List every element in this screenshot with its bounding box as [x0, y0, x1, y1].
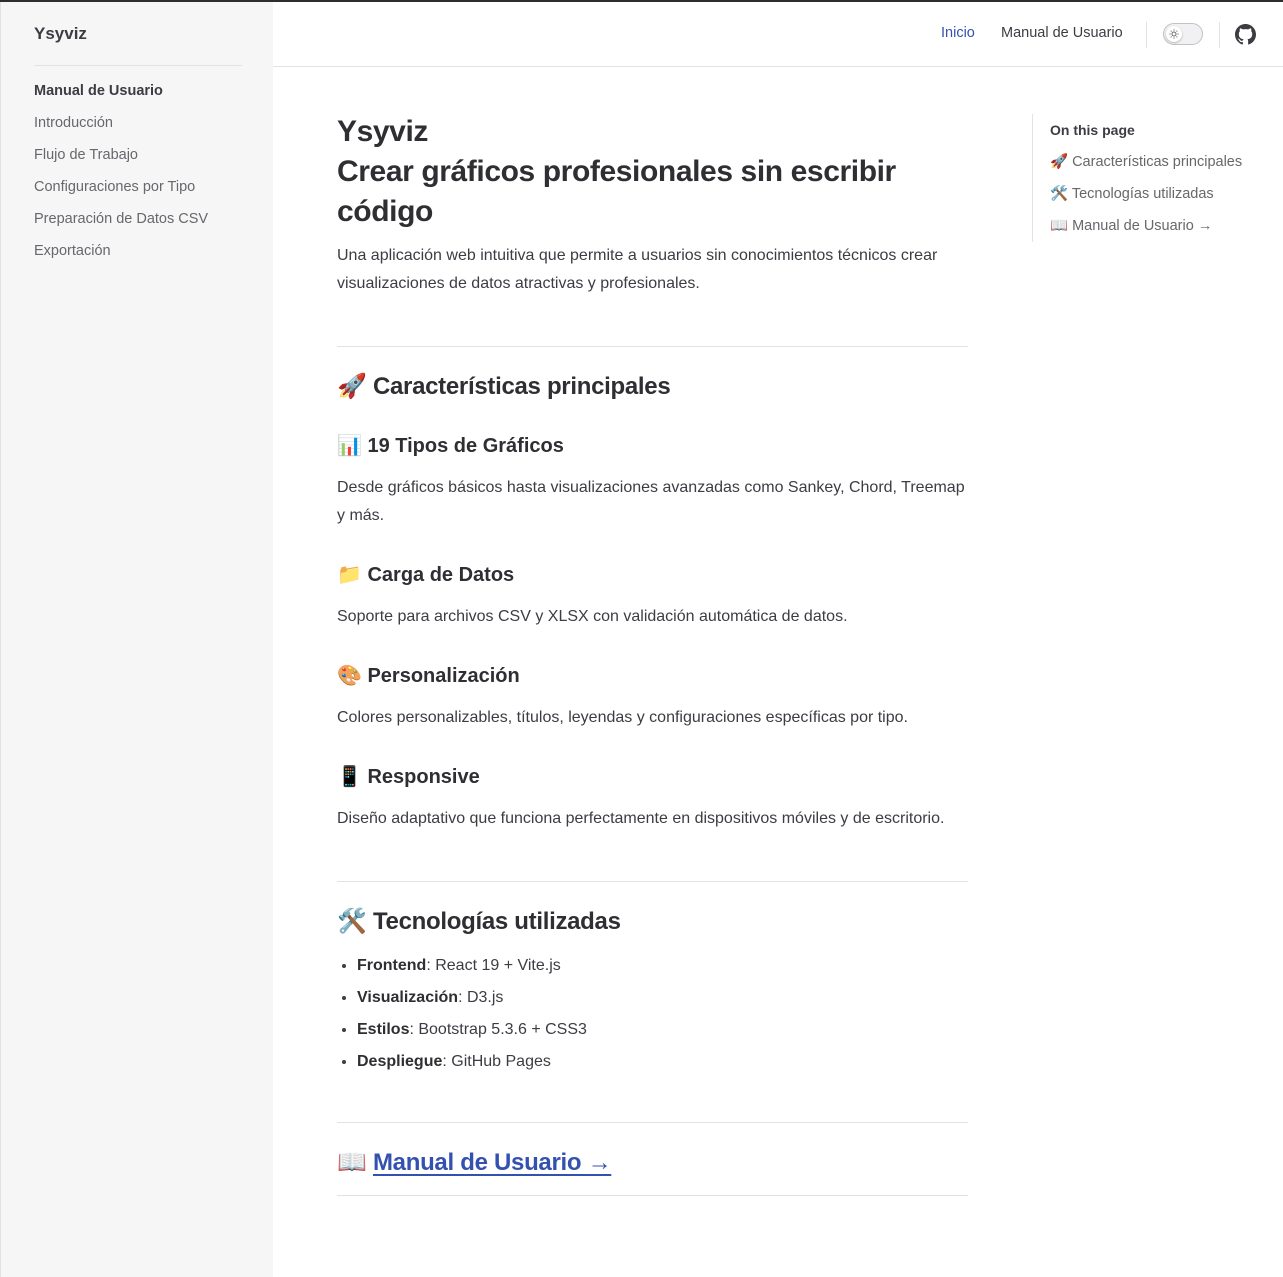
tech-key: Estilos	[357, 1021, 410, 1038]
sidebar-item-flujo-de-trabajo[interactable]: Flujo de Trabajo	[34, 147, 138, 163]
nav-divider	[1219, 22, 1220, 48]
sidebar-item-configuraciones[interactable]: Configuraciones por Tipo	[34, 179, 195, 195]
feature-heading-personalizacion: 🎨 Personalización	[337, 663, 968, 688]
tech-value: : D3.js	[458, 989, 504, 1006]
heading-tecnologias-text: Tecnologías utilizadas	[372, 908, 621, 935]
nav-link-inicio[interactable]: Inicio	[941, 25, 975, 41]
page-title-line1: Ysyviz	[337, 115, 428, 148]
rocket-icon: 🚀	[337, 372, 367, 400]
sidebar-item-introduccion[interactable]: Introducción	[34, 115, 113, 131]
sidebar-section-title: Manual de Usuario	[34, 83, 163, 99]
toc-item-tecnologias[interactable]: 🛠️ Tecnologías utilizadas	[1050, 185, 1214, 202]
toc-item-caracteristicas[interactable]: 🚀 Características principales	[1050, 153, 1242, 170]
on-this-page-title: On this page	[1050, 122, 1135, 138]
feature-title: 19 Tipos de Gráficos	[367, 435, 564, 457]
tech-value: : GitHub Pages	[442, 1053, 551, 1070]
tools-icon: 🛠️	[337, 907, 367, 935]
section-divider	[337, 881, 968, 882]
open-book-icon: 📖	[337, 1148, 367, 1176]
page-title: Ysyviz Crear gráficos profesionales sin …	[337, 112, 968, 232]
bar-chart-icon: 📊	[337, 433, 362, 457]
page-title-line2: Crear gráficos profesionales sin escribi…	[337, 155, 896, 228]
tech-value: : Bootstrap 5.3.6 + CSS3	[409, 1021, 587, 1038]
manual-link[interactable]: Manual de Usuario →	[373, 1149, 612, 1176]
site-title[interactable]: Ysyviz	[34, 24, 87, 44]
feature-heading-responsive: 📱 Responsive	[337, 764, 968, 789]
tech-key: Frontend	[357, 957, 427, 974]
tech-value: : React 19 + Vite.js	[426, 957, 561, 974]
sidebar-item-exportacion[interactable]: Exportación	[34, 243, 111, 259]
theme-toggle[interactable]	[1163, 23, 1203, 45]
nav-link-manual[interactable]: Manual de Usuario	[1001, 25, 1123, 41]
list-item: Despliegue: GitHub Pages	[357, 1046, 968, 1078]
top-navbar: Inicio Manual de Usuario	[273, 2, 1283, 67]
list-item: Estilos: Bootstrap 5.3.6 + CSS3	[357, 1014, 968, 1046]
palette-icon: 🎨	[337, 663, 362, 687]
page-lead: Una aplicación web intuitiva que permite…	[337, 247, 938, 292]
tech-list: Frontend: React 19 + Vite.js Visualizaci…	[337, 950, 968, 1078]
tech-key: Visualización	[357, 989, 459, 1006]
feature-title: Carga de Datos	[367, 564, 515, 586]
feature-title: Personalización	[367, 665, 520, 687]
feature-text: Diseño adaptativo que funciona perfectam…	[337, 810, 945, 827]
folder-icon: 📁	[337, 562, 362, 586]
feature-title: Responsive	[367, 766, 480, 788]
feature-heading-tipos: 📊 19 Tipos de Gráficos	[337, 433, 968, 458]
github-icon[interactable]	[1235, 24, 1256, 45]
heading-tecnologias: 🛠️ Tecnologías utilizadas	[337, 907, 968, 936]
section-divider	[337, 1122, 968, 1123]
feature-text: Colores personalizables, títulos, leyend…	[337, 709, 908, 726]
sidebar-divider	[34, 65, 242, 66]
feature-heading-carga: 📁 Carga de Datos	[337, 562, 968, 587]
theme-toggle-knob	[1166, 26, 1182, 42]
section-divider	[337, 346, 968, 347]
sun-icon	[1169, 29, 1179, 39]
sidebar: Ysyviz Manual de Usuario Introducción Fl…	[0, 2, 273, 1277]
nav-divider	[1146, 22, 1147, 48]
main-content: Ysyviz Crear gráficos profesionales sin …	[337, 112, 968, 1196]
on-this-page: On this page 🚀 Características principal…	[1032, 114, 1272, 242]
sidebar-item-preparacion-csv[interactable]: Preparación de Datos CSV	[34, 211, 208, 227]
tech-key: Despliegue	[357, 1053, 443, 1070]
section-divider	[337, 1195, 968, 1196]
list-item: Frontend: React 19 + Vite.js	[357, 950, 968, 982]
toc-item-manual[interactable]: 📖 Manual de Usuario →	[1050, 217, 1212, 234]
feature-text: Desde gráficos básicos hasta visualizaci…	[337, 479, 965, 524]
mobile-phone-icon: 📱	[337, 764, 362, 788]
feature-text: Soporte para archivos CSV y XLSX con val…	[337, 608, 848, 625]
list-item: Visualización: D3.js	[357, 982, 968, 1014]
heading-caracteristicas: 🚀 Características principales	[337, 372, 968, 401]
heading-caracteristicas-text: Características principales	[372, 373, 671, 400]
heading-manual: 📖 Manual de Usuario →	[337, 1148, 968, 1177]
